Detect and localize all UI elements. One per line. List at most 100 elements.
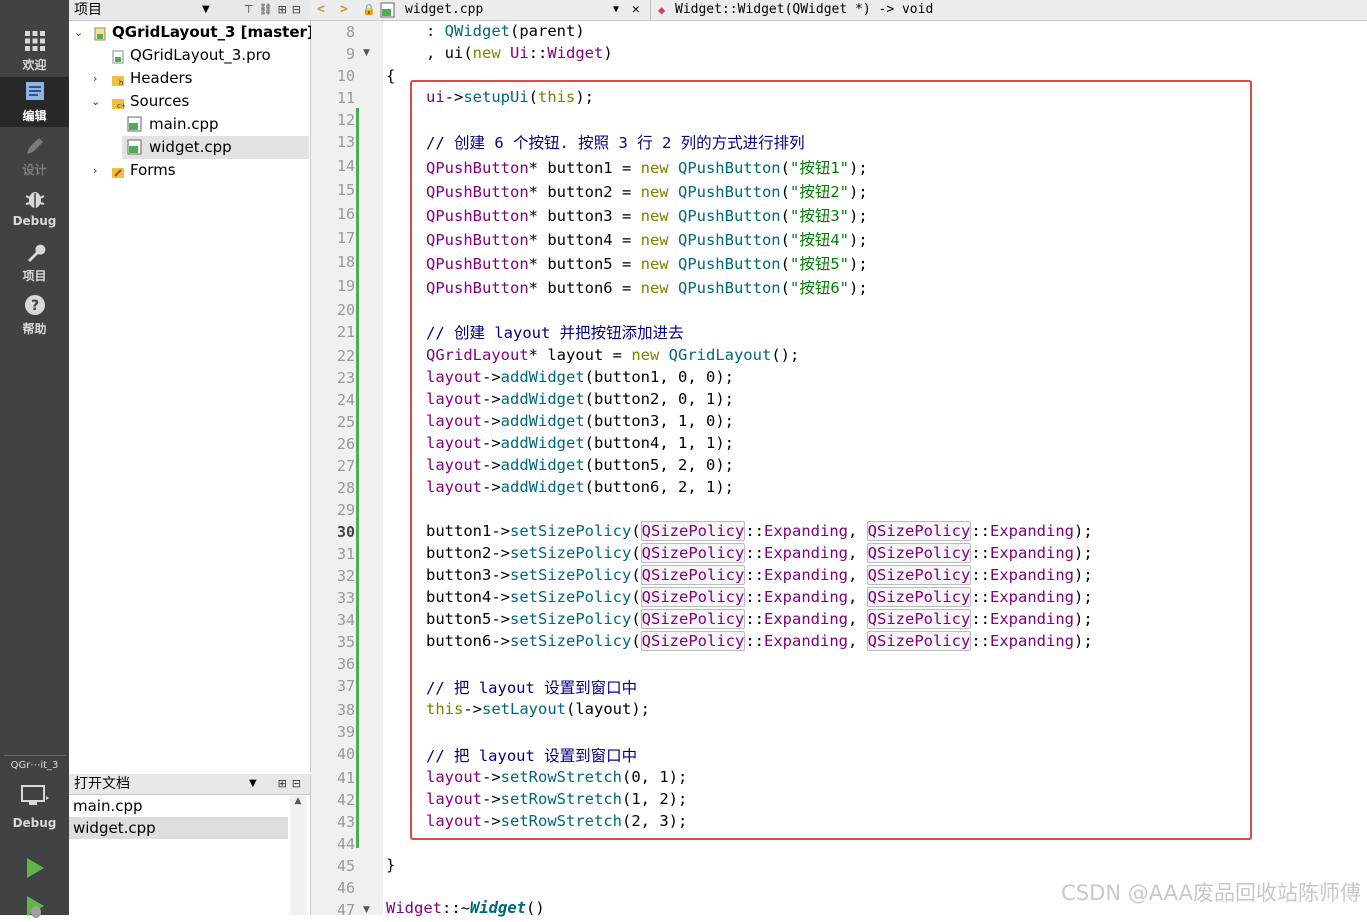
tree-item-forms[interactable]: › Forms xyxy=(69,159,309,182)
highlight-annotation-box xyxy=(410,80,1252,840)
tree-item-sources-label: Sources xyxy=(130,92,190,110)
line-number: 34 xyxy=(336,611,355,629)
tree-item-headers[interactable]: › h Headers xyxy=(69,67,309,90)
line-number: 11 xyxy=(336,89,355,107)
open-doc-item[interactable]: widget.cpp xyxy=(69,817,288,839)
chevron-right-icon[interactable]: › xyxy=(93,159,105,182)
filter-icon[interactable]: ⊤ xyxy=(244,3,259,16)
close-file-icon[interactable]: ✕ xyxy=(632,0,640,20)
close-pane-icon[interactable]: ⊟ xyxy=(292,3,306,16)
symbol-selector[interactable]: Widget::Widget(QWidget *) -> void xyxy=(675,0,933,20)
line-number: 8 xyxy=(345,23,355,41)
open-docs-tools: ⊞⊟ xyxy=(278,774,306,794)
link-icon[interactable]: ⛓ xyxy=(259,3,278,16)
line-number: 46 xyxy=(336,879,355,897)
wrench-icon xyxy=(0,241,69,267)
editor-file-name[interactable]: widget.cpp xyxy=(405,0,483,20)
nav-back-icon[interactable]: < xyxy=(317,0,325,20)
mode-help-button[interactable]: ? 帮助 xyxy=(0,290,69,340)
line-number: 24 xyxy=(336,391,355,409)
chevron-right-icon[interactable]: › xyxy=(93,67,105,90)
kit-label: QGr⋯it_3 xyxy=(10,760,59,771)
line-number: 43 xyxy=(336,813,355,831)
toolbar-divider xyxy=(650,0,651,20)
open-documents-title: 打开文档 xyxy=(74,776,130,792)
mode-projects-label: 项目 xyxy=(22,269,47,283)
line-number: 26 xyxy=(336,435,355,453)
mode-projects-button[interactable]: 项目 xyxy=(0,237,69,287)
debug-run-button[interactable] xyxy=(0,890,69,918)
cpp-file-icon xyxy=(380,2,396,18)
line-number: 40 xyxy=(336,745,355,763)
line-number: 22 xyxy=(336,347,355,365)
tree-item-widget[interactable]: widget.cpp xyxy=(122,136,309,159)
sources-folder-icon: c+ xyxy=(111,94,127,110)
open-documents-pane: 打开文档 ▼ ⊞⊟ main.cpp widget.cpp ▲ xyxy=(69,774,311,915)
close-pane-icon[interactable]: ⊟ xyxy=(292,777,306,790)
nav-forward-icon[interactable]: > xyxy=(340,0,348,20)
method-icon: ◆ xyxy=(658,3,666,17)
project-pane: 项目 ▼ ⊤⛓⊞⊟ ⌄ QGridLayout_3 [master] QGrid… xyxy=(69,0,314,772)
code-line[interactable]: } xyxy=(386,856,395,874)
svg-text:c+: c+ xyxy=(117,102,125,110)
line-number: 39 xyxy=(336,723,355,741)
tree-item-pro[interactable]: QGridLayout_3.pro xyxy=(69,44,309,67)
chevron-down-icon[interactable]: ⌄ xyxy=(91,90,103,113)
chevron-down-icon[interactable]: ▼ xyxy=(613,0,619,20)
line-number: 15 xyxy=(336,181,355,199)
code-line[interactable]: { xyxy=(386,67,395,85)
line-number: 16 xyxy=(336,205,355,223)
svg-text:h: h xyxy=(119,79,123,87)
line-number: 9 xyxy=(345,45,355,63)
line-number: 28 xyxy=(336,479,355,497)
line-number: 41 xyxy=(336,769,355,787)
chevron-down-icon[interactable]: ▼ xyxy=(202,0,210,20)
scroll-up-icon[interactable]: ▲ xyxy=(290,796,306,806)
split-icon[interactable]: ⊞ xyxy=(278,3,292,16)
mode-design-button[interactable]: 设计 xyxy=(0,131,69,181)
project-pane-header: 项目 ▼ ⊤⛓⊞⊟ xyxy=(69,0,310,21)
debug-play-icon xyxy=(0,894,69,920)
fold-marker-icon[interactable]: ▼ xyxy=(363,905,370,915)
kit-selector-button[interactable]: Debug xyxy=(0,780,69,830)
open-doc-item[interactable]: main.cpp xyxy=(69,795,288,817)
line-number: 45 xyxy=(336,857,355,875)
fold-marker-icon[interactable]: ▼ xyxy=(363,48,370,58)
headers-folder-icon: h xyxy=(111,71,125,87)
monitor-icon xyxy=(0,784,69,810)
play-icon xyxy=(0,856,69,882)
bug-icon xyxy=(0,188,69,214)
code-line[interactable]: , ui(new Ui::Widget) xyxy=(426,44,613,62)
mode-welcome-button[interactable]: 欢迎 xyxy=(0,26,69,76)
tree-item-main-label: main.cpp xyxy=(149,115,219,133)
cpp-file-icon xyxy=(127,139,143,155)
line-number: 44 xyxy=(336,835,355,853)
change-marker xyxy=(356,108,359,848)
mode-bar-separator xyxy=(4,755,66,756)
code-line[interactable]: Widget::~Widget() xyxy=(386,899,545,917)
split-icon[interactable]: ⊞ xyxy=(278,777,292,790)
line-number: 32 xyxy=(336,567,355,585)
mode-edit-button[interactable]: 编辑 xyxy=(0,77,69,127)
line-number: 23 xyxy=(336,369,355,387)
tree-item-main[interactable]: main.cpp xyxy=(69,113,309,136)
open-docs-scrollbar[interactable]: ▲ xyxy=(290,796,306,915)
forms-folder-icon xyxy=(111,163,125,178)
tree-root[interactable]: ⌄ QGridLayout_3 [master] xyxy=(69,21,314,44)
help-icon: ? xyxy=(0,294,69,320)
cpp-file-icon xyxy=(127,116,143,132)
line-number: 18 xyxy=(336,253,355,271)
line-number: 17 xyxy=(336,229,355,247)
mode-debug-button[interactable]: Debug xyxy=(0,184,69,234)
code-line[interactable]: : QWidget(parent) xyxy=(426,22,585,40)
run-button[interactable] xyxy=(0,852,69,882)
chevron-down-icon[interactable]: ⌄ xyxy=(74,21,86,44)
tree-item-sources[interactable]: ⌄ c+ Sources xyxy=(69,90,309,113)
chevron-down-icon[interactable]: ▼ xyxy=(249,774,257,794)
line-number: 27 xyxy=(336,457,355,475)
mode-design-label: 设计 xyxy=(22,163,47,177)
line-number: 14 xyxy=(336,157,355,175)
project-pane-title: 项目 xyxy=(74,2,102,18)
mode-welcome-label: 欢迎 xyxy=(22,58,47,72)
line-number: 35 xyxy=(336,633,355,651)
